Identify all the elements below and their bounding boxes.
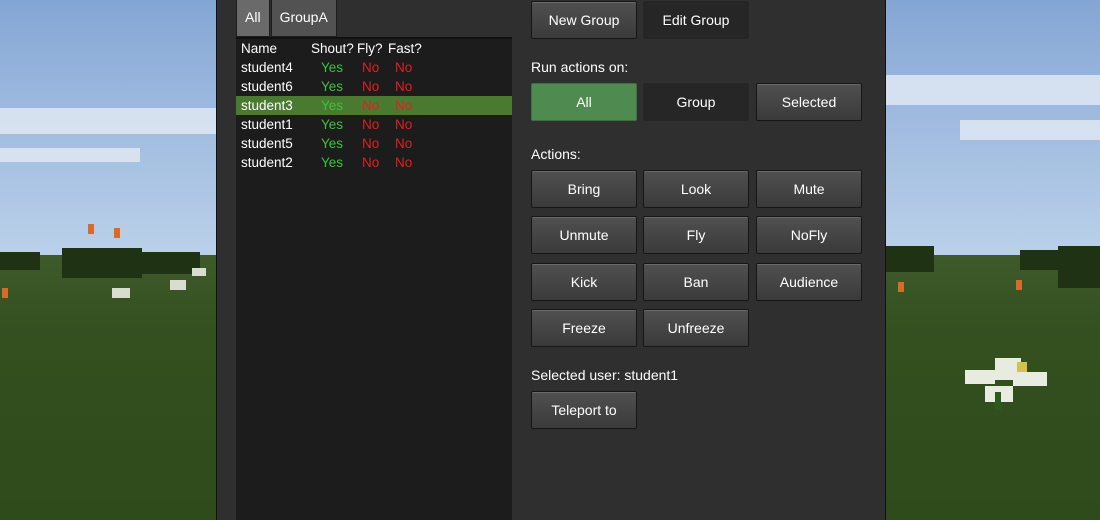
list-item[interactable]: student5 Yes No No [236,134,512,153]
list-item[interactable]: student6 Yes No No [236,77,512,96]
bush [140,252,200,274]
unmute-button[interactable]: Unmute [531,216,637,254]
kick-button[interactable]: Kick [531,263,637,301]
run-on-group-button[interactable]: Group [643,83,749,121]
white-flower [112,288,130,298]
fast-value: No [395,60,413,75]
teacher-panel: All GroupA Name Shout? Fly? Fast? studen… [216,0,886,520]
student-name: student6 [241,79,293,94]
bush [884,246,934,272]
bush [0,252,40,270]
list-item[interactable]: student4 Yes No No [236,58,512,77]
white-flower [192,268,206,276]
fast-value: No [395,98,413,113]
daisy-flower [955,352,1047,410]
bush [1020,250,1058,270]
bring-button[interactable]: Bring [531,170,637,208]
actions-label: Actions: [531,146,581,162]
look-button[interactable]: Look [643,170,749,208]
bush [1058,246,1100,288]
student-list[interactable]: Name Shout? Fly? Fast? student4 Yes No N… [236,37,512,520]
cloud [884,75,1100,105]
list-item-selected[interactable]: student3 Yes No No [236,96,512,115]
new-group-button[interactable]: New Group [531,1,637,39]
nofly-button[interactable]: NoFly [756,216,862,254]
fly-value: No [362,117,380,132]
orange-flower [1016,280,1022,290]
orange-flower [898,282,904,292]
list-item[interactable]: student2 Yes No No [236,153,512,172]
student-name: student3 [241,98,293,113]
shout-value: Yes [321,136,344,151]
ban-button[interactable]: Ban [643,263,749,301]
student-name: student5 [241,136,293,151]
run-on-selected-button[interactable]: Selected [756,83,862,121]
audience-button[interactable]: Audience [756,263,862,301]
orange-flower [88,224,94,234]
edit-group-button[interactable]: Edit Group [643,1,749,39]
run-actions-label: Run actions on: [531,59,629,75]
student-name: student1 [241,117,293,132]
unfreeze-button[interactable]: Unfreeze [643,309,749,347]
tab-all[interactable]: All [236,0,270,37]
fast-value: No [395,79,413,94]
fly-value: No [362,60,380,75]
student-name: student4 [241,60,293,75]
fly-button[interactable]: Fly [643,216,749,254]
bush [62,248,142,278]
shout-value: Yes [321,98,344,113]
group-tabs: All GroupA [236,0,338,37]
orange-flower [2,288,8,298]
fly-value: No [362,155,380,170]
controls-column: New Group Edit Group Run actions on: All… [531,0,871,520]
list-header: Name Shout? Fly? Fast? [236,39,512,58]
fast-value: No [395,136,413,151]
fast-value: No [395,117,413,132]
selected-user-label: Selected user: student1 [531,367,679,383]
header-name: Name [241,41,278,56]
shout-value: Yes [321,79,344,94]
header-fast: Fast? [388,41,422,56]
tab-groupa[interactable]: GroupA [270,0,337,37]
run-on-all-button[interactable]: All [531,83,637,121]
list-item[interactable]: student1 Yes No No [236,115,512,134]
teleport-to-button[interactable]: Teleport to [531,391,637,429]
cloud [0,108,216,134]
shout-value: Yes [321,155,344,170]
orange-flower [114,228,120,238]
fast-value: No [395,155,413,170]
freeze-button[interactable]: Freeze [531,309,637,347]
fly-value: No [362,136,380,151]
fly-value: No [362,98,380,113]
mute-button[interactable]: Mute [756,170,862,208]
shout-value: Yes [321,117,344,132]
shout-value: Yes [321,60,344,75]
header-shout: Shout? [311,41,354,56]
cloud [960,120,1100,140]
white-flower [170,280,186,290]
header-fly: Fly? [357,41,383,56]
student-name: student2 [241,155,293,170]
cloud [0,148,140,162]
fly-value: No [362,79,380,94]
